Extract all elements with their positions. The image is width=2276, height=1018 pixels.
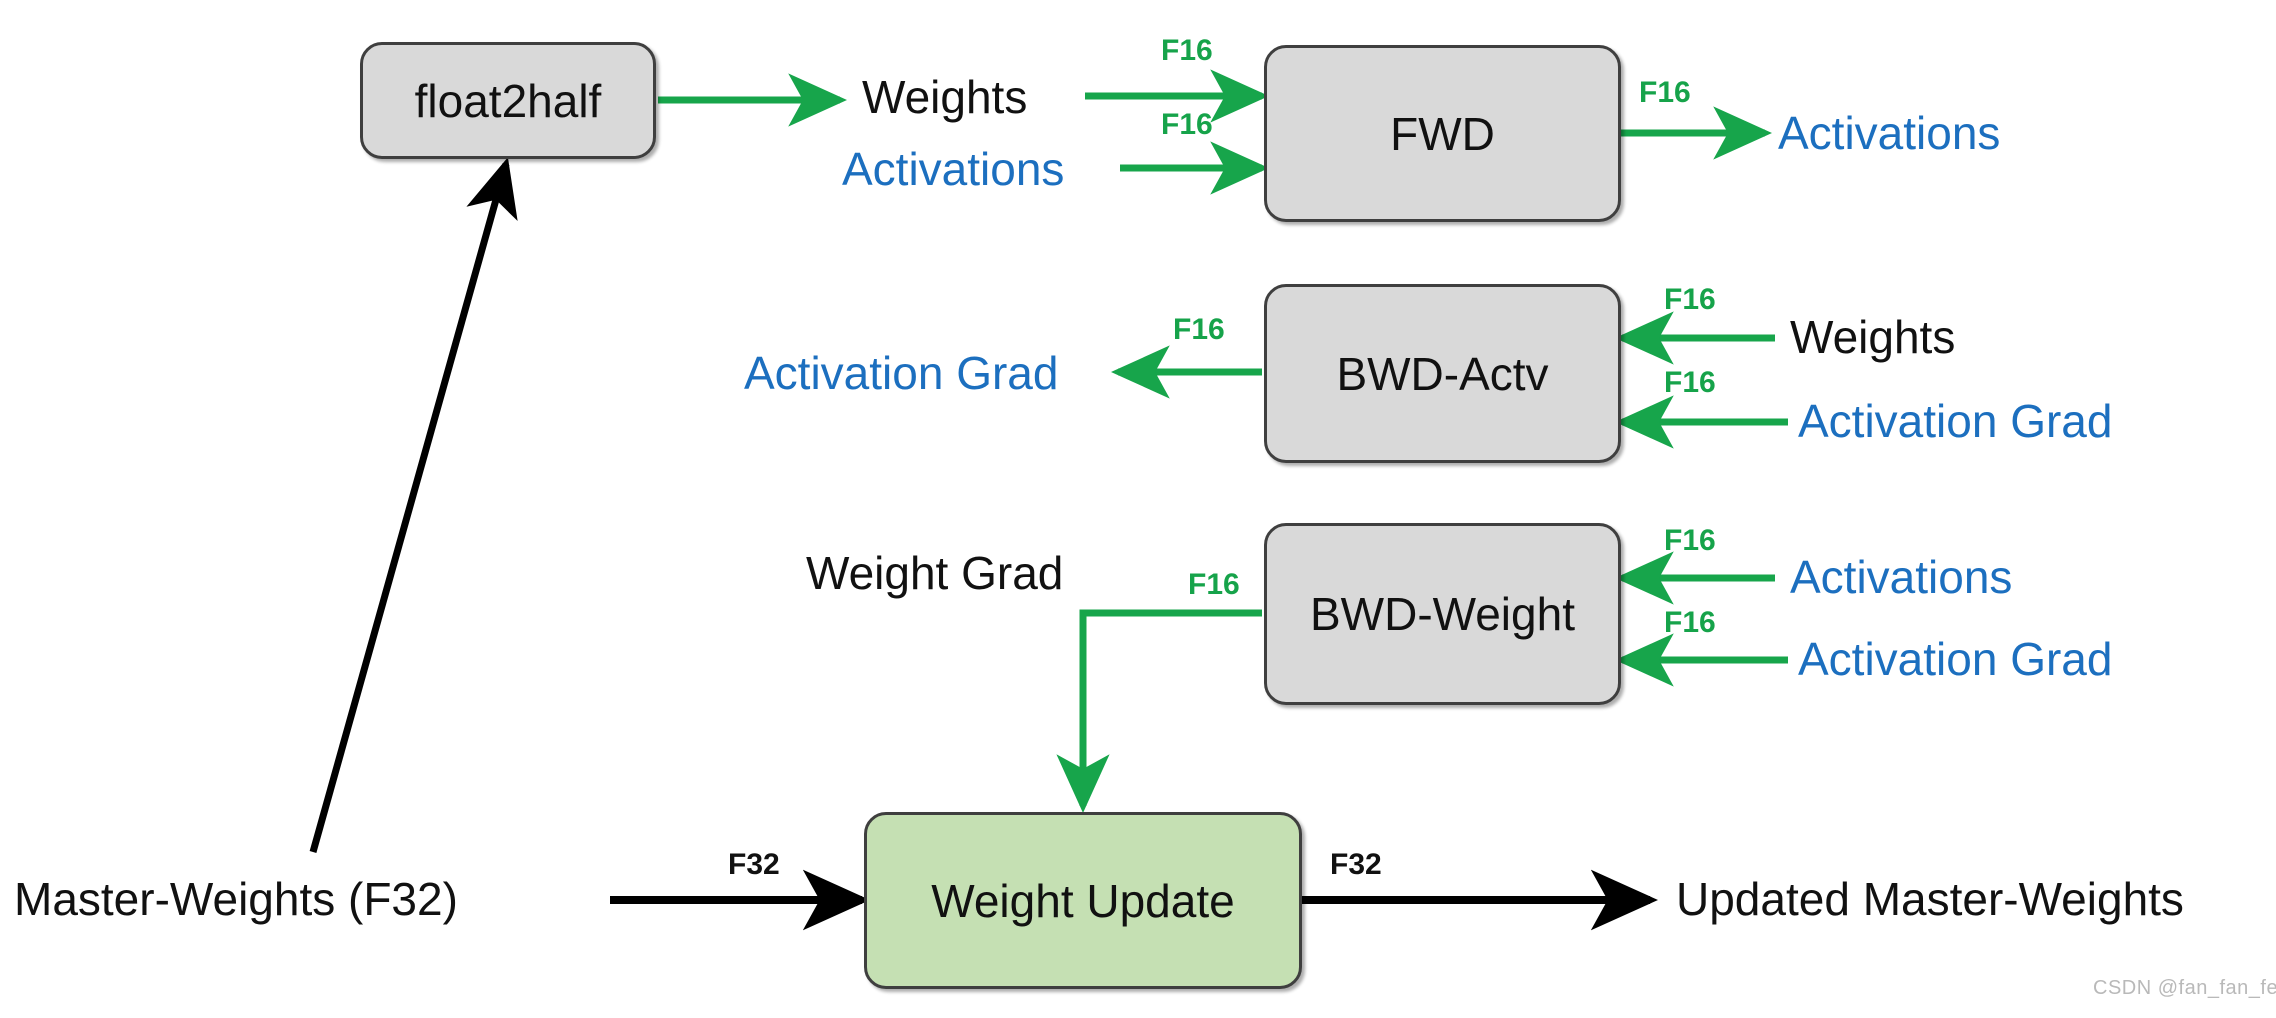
label-bwd-actv-out-activation-grad: Activation Grad: [744, 347, 1059, 399]
tag-f16-bwd-actv-in-actgrad: F16: [1664, 366, 1716, 399]
node-bwd-actv-label: BWD-Actv: [1336, 347, 1549, 400]
tag-f16-bwd-actv-out: F16: [1173, 313, 1225, 346]
watermark: CSDN @fan_fan_feng: [2093, 977, 2276, 999]
label-fwd-in-weights: Weights: [862, 71, 1028, 123]
tag-f16-fwd-out: F16: [1639, 76, 1691, 109]
tag-f16-fwd-in-activations: F16: [1161, 108, 1213, 141]
arrow-bwdweight-to-weight-update: [1056, 609, 1262, 813]
label-master-weights: Master-Weights (F32): [14, 873, 458, 925]
tag-f16-bwd-weight-in-actgrad: F16: [1664, 606, 1716, 639]
tag-f32-master-in: F32: [728, 848, 780, 881]
node-weight-update-label: Weight Update: [931, 874, 1235, 927]
node-fwd-label: FWD: [1390, 107, 1495, 160]
label-bwd-weight-in-activation-grad: Activation Grad: [1798, 633, 2113, 685]
node-weight-update[interactable]: Weight Update: [864, 812, 1302, 989]
label-bwd-actv-in-weights: Weights: [1790, 311, 1956, 363]
node-bwd-weight[interactable]: BWD-Weight: [1264, 523, 1621, 705]
tag-f16-bwd-weight-out: F16: [1188, 568, 1240, 601]
tag-f16-bwd-weight-in-activations: F16: [1664, 524, 1716, 557]
diagram-canvas: float2half FWD BWD-Actv BWD-Weight Weigh…: [0, 0, 2276, 1018]
tag-f16-bwd-actv-in-weights: F16: [1664, 283, 1716, 316]
label-bwd-weight-in-activations: Activations: [1790, 551, 2013, 603]
label-bwd-weight-out-weight-grad: Weight Grad: [806, 547, 1064, 599]
tag-f16-fwd-in-weights: F16: [1161, 34, 1213, 67]
arrow-master-weights-to-float2half: [309, 157, 518, 853]
label-fwd-in-activations: Activations: [842, 143, 1065, 195]
node-fwd[interactable]: FWD: [1264, 45, 1621, 222]
tag-f32-updated-out: F32: [1330, 848, 1382, 881]
node-float2half-label: float2half: [414, 74, 602, 127]
label-updated-master-weights: Updated Master-Weights: [1676, 873, 2184, 925]
label-bwd-actv-in-activation-grad: Activation Grad: [1798, 395, 2113, 447]
node-float2half[interactable]: float2half: [360, 42, 656, 159]
node-bwd-actv[interactable]: BWD-Actv: [1264, 284, 1621, 463]
label-fwd-out-activations: Activations: [1778, 107, 2001, 159]
node-bwd-weight-label: BWD-Weight: [1310, 588, 1575, 640]
